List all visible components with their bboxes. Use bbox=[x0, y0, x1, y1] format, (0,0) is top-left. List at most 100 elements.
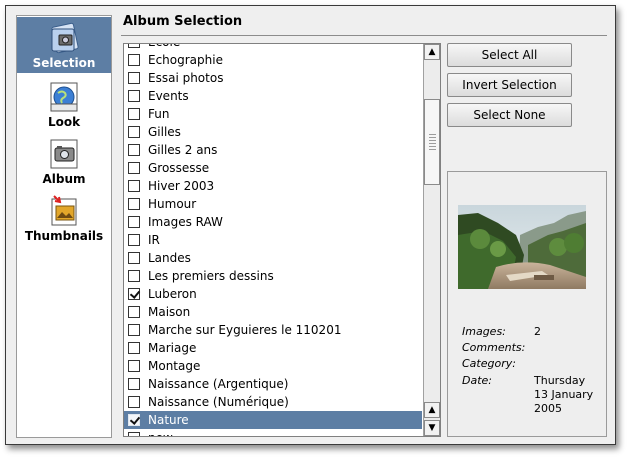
sidebar-item-look[interactable]: Look bbox=[17, 76, 111, 130]
album-preview-image bbox=[458, 205, 586, 289]
album-row[interactable]: Mariage bbox=[124, 339, 422, 357]
date-value-line: Thursday bbox=[534, 374, 586, 387]
album-label: new bbox=[148, 431, 173, 436]
album-row[interactable]: IR bbox=[124, 231, 422, 249]
album-checkbox[interactable] bbox=[128, 360, 140, 372]
sidebar-item-album[interactable]: Album bbox=[17, 133, 111, 187]
album-row[interactable]: Echographie bbox=[124, 51, 422, 69]
album-checkbox[interactable] bbox=[128, 378, 140, 390]
album-checkbox[interactable] bbox=[128, 252, 140, 264]
album-checkbox[interactable] bbox=[128, 144, 140, 156]
album-checkbox[interactable] bbox=[128, 342, 140, 354]
album-checkbox[interactable] bbox=[128, 396, 140, 408]
album-label: IR bbox=[148, 233, 160, 247]
page-title: Album Selection bbox=[123, 14, 243, 29]
album-info-panel: Images: 2 Comments: Category: Date: Thur… bbox=[447, 171, 607, 437]
sidebar: Selection Look Album Thumbnails bbox=[16, 15, 112, 438]
album-label: Images RAW bbox=[148, 215, 223, 229]
album-row[interactable]: Hiver 2003 bbox=[124, 177, 422, 195]
album-label: Luberon bbox=[148, 287, 197, 301]
album-row[interactable]: Maison bbox=[124, 303, 422, 321]
album-list[interactable]: Ecole Echographie Essai photos Events Fun Gil… bbox=[123, 43, 441, 437]
select-none-button[interactable]: Select None bbox=[447, 103, 572, 127]
album-checkbox[interactable] bbox=[128, 54, 140, 66]
album-checkbox[interactable] bbox=[128, 216, 140, 228]
album-checkbox[interactable] bbox=[128, 306, 140, 318]
invert-selection-button[interactable]: Invert Selection bbox=[447, 73, 572, 97]
scroll-down-button[interactable]: ▼ bbox=[424, 420, 440, 436]
album-checkbox[interactable] bbox=[128, 324, 140, 336]
album-row[interactable]: Essai photos bbox=[124, 69, 422, 87]
album-checkbox[interactable] bbox=[128, 270, 140, 282]
album-selection-dialog: Selection Look Album Thumbnails Album Se… bbox=[5, 5, 616, 445]
comments-label: Comments: bbox=[462, 341, 526, 354]
scroll-up-small-button[interactable]: ▲ bbox=[424, 402, 440, 418]
album-checkbox[interactable] bbox=[128, 72, 140, 84]
album-row[interactable]: Montage bbox=[124, 357, 422, 375]
sidebar-item-thumbnails[interactable]: Thumbnails bbox=[17, 190, 111, 246]
album-row[interactable]: Naissance (Numérique) bbox=[124, 393, 422, 411]
sidebar-item-label: Look bbox=[47, 115, 81, 129]
album-row[interactable]: Gilles bbox=[124, 123, 422, 141]
sidebar-item-label: Album bbox=[42, 172, 86, 186]
date-value-line: 13 January bbox=[534, 388, 594, 401]
album-checkbox[interactable] bbox=[128, 432, 140, 436]
album-row[interactable]: Marche sur Eyguieres le 110201 bbox=[124, 321, 422, 339]
album-row[interactable]: Luberon bbox=[124, 285, 422, 303]
album-row[interactable]: Images RAW bbox=[124, 213, 422, 231]
album-label: Les premiers dessins bbox=[148, 269, 274, 283]
thumbnails-icon bbox=[47, 194, 81, 228]
album-label: Events bbox=[148, 89, 189, 103]
date-value-line: 2005 bbox=[534, 402, 562, 415]
album-label: Humour bbox=[148, 197, 197, 211]
scroll-up-button[interactable]: ▲ bbox=[424, 44, 440, 60]
sidebar-item-selection[interactable]: Selection bbox=[17, 17, 111, 73]
album-row[interactable]: Gilles 2 ans bbox=[124, 141, 422, 159]
album-icon bbox=[47, 137, 81, 171]
album-label: Maison bbox=[148, 305, 191, 319]
album-checkbox[interactable] bbox=[128, 198, 140, 210]
sidebar-item-label: Selection bbox=[32, 56, 96, 70]
album-label: Essai photos bbox=[148, 71, 224, 85]
album-checkbox[interactable] bbox=[128, 126, 140, 138]
album-label: Landes bbox=[148, 251, 191, 265]
album-label: Gilles bbox=[148, 125, 181, 139]
album-row[interactable]: Landes bbox=[124, 249, 422, 267]
album-checkbox[interactable] bbox=[128, 414, 140, 426]
date-value: Thursday 13 January 2005 bbox=[534, 374, 604, 416]
album-row[interactable]: Fun bbox=[124, 105, 422, 123]
sidebar-item-label: Thumbnails bbox=[24, 229, 104, 243]
look-icon bbox=[47, 80, 81, 114]
album-row[interactable]: Les premiers dessins bbox=[124, 267, 422, 285]
album-label: Grossesse bbox=[148, 161, 210, 175]
scrollbar[interactable]: ▲ ▲ ▼ bbox=[423, 44, 440, 436]
album-row[interactable]: Grossesse bbox=[124, 159, 422, 177]
album-checkbox[interactable] bbox=[128, 90, 140, 102]
album-row[interactable]: Ecole bbox=[124, 44, 422, 51]
album-row[interactable]: new bbox=[124, 429, 422, 436]
album-checkbox[interactable] bbox=[128, 180, 140, 192]
album-label: Montage bbox=[148, 359, 201, 373]
album-label: Naissance (Numérique) bbox=[148, 395, 289, 409]
category-label: Category: bbox=[462, 357, 516, 370]
album-checkbox[interactable] bbox=[128, 44, 140, 48]
date-label: Date: bbox=[462, 374, 492, 387]
scrollbar-thumb[interactable] bbox=[424, 99, 440, 185]
album-label: Hiver 2003 bbox=[148, 179, 215, 193]
images-value: 2 bbox=[534, 325, 541, 338]
album-label: Echographie bbox=[148, 53, 223, 67]
album-checkbox[interactable] bbox=[128, 108, 140, 120]
album-label: Gilles 2 ans bbox=[148, 143, 218, 157]
album-label: Fun bbox=[148, 107, 170, 121]
album-checkbox[interactable] bbox=[128, 234, 140, 246]
select-all-button[interactable]: Select All bbox=[447, 43, 572, 67]
album-row[interactable]: Events bbox=[124, 87, 422, 105]
album-checkbox[interactable] bbox=[128, 288, 140, 300]
album-label: Marche sur Eyguieres le 110201 bbox=[148, 323, 342, 337]
album-row[interactable]: Naissance (Argentique) bbox=[124, 375, 422, 393]
album-list-rows: Ecole Echographie Essai photos Events Fun Gil… bbox=[124, 44, 422, 436]
album-row[interactable]: Nature bbox=[124, 411, 422, 429]
album-row[interactable]: Humour bbox=[124, 195, 422, 213]
album-checkbox[interactable] bbox=[128, 162, 140, 174]
album-label: Nature bbox=[148, 413, 189, 427]
